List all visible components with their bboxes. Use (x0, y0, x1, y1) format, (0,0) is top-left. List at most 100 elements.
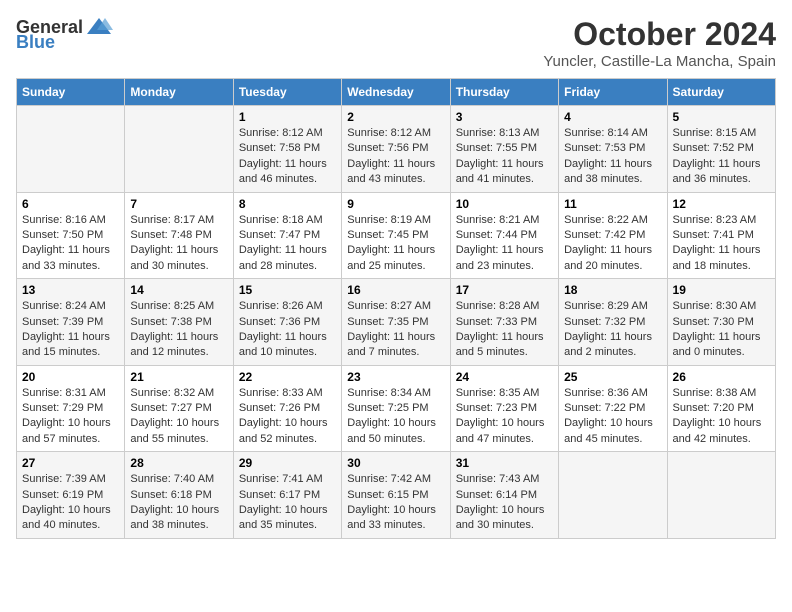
calendar-week-row: 20Sunrise: 8:31 AMSunset: 7:29 PMDayligh… (17, 365, 776, 452)
day-detail: Sunrise: 8:32 AMSunset: 7:27 PMDaylight:… (130, 386, 227, 448)
daylight-text: Daylight: 11 hours and 46 minutes. (239, 157, 336, 188)
day-number: 24 (456, 370, 553, 384)
day-number: 20 (22, 370, 119, 384)
daylight-text: Daylight: 11 hours and 43 minutes. (347, 157, 444, 188)
day-number: 22 (239, 370, 336, 384)
calendar-cell: 5 Sunrise: 8:15 AMSunset: 7:52 PMDaylight… (667, 106, 775, 193)
day-number: 9 (347, 197, 444, 211)
calendar-header-row: SundayMondayTuesdayWednesdayThursdayFrid… (17, 79, 776, 106)
daylight-text: Daylight: 11 hours and 33 minutes. (22, 243, 119, 274)
sunset-text: Sunset: 7:22 PM (564, 401, 661, 416)
daylight-text: Daylight: 10 hours and 52 minutes. (239, 416, 336, 447)
day-number: 7 (130, 197, 227, 211)
day-detail: Sunrise: 8:15 AMSunset: 7:52 PMDaylight:… (673, 126, 770, 188)
day-of-week-header: Thursday (450, 79, 558, 106)
day-detail: Sunrise: 8:33 AMSunset: 7:26 PMDaylight:… (239, 386, 336, 448)
daylight-text: Daylight: 10 hours and 42 minutes. (673, 416, 770, 447)
day-number: 15 (239, 283, 336, 297)
day-detail: Sunrise: 8:22 AMSunset: 7:42 PMDaylight:… (564, 213, 661, 275)
daylight-text: Daylight: 11 hours and 18 minutes. (673, 243, 770, 274)
day-number: 1 (239, 110, 336, 124)
sunset-text: Sunset: 7:41 PM (673, 228, 770, 243)
daylight-text: Daylight: 10 hours and 55 minutes. (130, 416, 227, 447)
sunset-text: Sunset: 7:38 PM (130, 315, 227, 330)
calendar-week-row: 6 Sunrise: 8:16 AMSunset: 7:50 PMDaylight… (17, 192, 776, 279)
calendar-cell: 12Sunrise: 8:23 AMSunset: 7:41 PMDayligh… (667, 192, 775, 279)
sunset-text: Sunset: 7:36 PM (239, 315, 336, 330)
sunset-text: Sunset: 7:25 PM (347, 401, 444, 416)
day-number: 25 (564, 370, 661, 384)
logo-blue-text: Blue (16, 32, 55, 53)
daylight-text: Daylight: 11 hours and 36 minutes. (673, 157, 770, 188)
day-detail: Sunrise: 7:43 AMSunset: 6:14 PMDaylight:… (456, 472, 553, 534)
sunset-text: Sunset: 7:30 PM (673, 315, 770, 330)
day-of-week-header: Wednesday (342, 79, 450, 106)
sunset-text: Sunset: 7:29 PM (22, 401, 119, 416)
day-detail: Sunrise: 8:12 AMSunset: 7:58 PMDaylight:… (239, 126, 336, 188)
calendar-cell: 24Sunrise: 8:35 AMSunset: 7:23 PMDayligh… (450, 365, 558, 452)
day-detail: Sunrise: 8:34 AMSunset: 7:25 PMDaylight:… (347, 386, 444, 448)
day-detail: Sunrise: 8:16 AMSunset: 7:50 PMDaylight:… (22, 213, 119, 275)
sunset-text: Sunset: 7:23 PM (456, 401, 553, 416)
calendar-cell: 10Sunrise: 8:21 AMSunset: 7:44 PMDayligh… (450, 192, 558, 279)
calendar-week-row: 13 Sunrise: 8:24 AMSunset: 7:39 PMDayligh… (17, 279, 776, 366)
sunset-text: Sunset: 7:27 PM (130, 401, 227, 416)
day-number: 31 (456, 456, 553, 470)
sunset-text: Sunset: 7:45 PM (347, 228, 444, 243)
calendar-cell: 4Sunrise: 8:14 AMSunset: 7:53 PMDaylight… (559, 106, 667, 193)
calendar-cell: 21Sunrise: 8:32 AMSunset: 7:27 PMDayligh… (125, 365, 233, 452)
daylight-text: Daylight: 11 hours and 30 minutes. (130, 243, 227, 274)
calendar-cell: 27Sunrise: 7:39 AMSunset: 6:19 PMDayligh… (17, 452, 125, 539)
daylight-text: Daylight: 10 hours and 45 minutes. (564, 416, 661, 447)
calendar-cell: 17Sunrise: 8:28 AMSunset: 7:33 PMDayligh… (450, 279, 558, 366)
sunset-text: Sunset: 7:35 PM (347, 315, 444, 330)
day-detail: Sunrise: 8:30 AMSunset: 7:30 PMDaylight:… (673, 299, 770, 361)
calendar-cell (17, 106, 125, 193)
sunrise-text: Sunrise: 7:43 AM (456, 472, 553, 487)
sunrise-text: Sunrise: 8:34 AM (347, 386, 444, 401)
logo-icon (85, 16, 113, 38)
day-detail: Sunrise: 8:26 AMSunset: 7:36 PMDaylight:… (239, 299, 336, 361)
sunset-text: Sunset: 7:55 PM (456, 141, 553, 156)
calendar-week-row: 1Sunrise: 8:12 AMSunset: 7:58 PMDaylight… (17, 106, 776, 193)
calendar-cell: 14Sunrise: 8:25 AMSunset: 7:38 PMDayligh… (125, 279, 233, 366)
sunset-text: Sunset: 6:14 PM (456, 488, 553, 503)
calendar-cell: 13 Sunrise: 8:24 AMSunset: 7:39 PMDayligh… (17, 279, 125, 366)
sunset-text: Sunset: 7:58 PM (239, 141, 336, 156)
sunset-text: Sunset: 6:19 PM (22, 488, 119, 503)
sunrise-text: Sunrise: 8:35 AM (456, 386, 553, 401)
sunset-text: Sunset: 6:18 PM (130, 488, 227, 503)
daylight-text: Daylight: 10 hours and 50 minutes. (347, 416, 444, 447)
daylight-text: Daylight: 11 hours and 25 minutes. (347, 243, 444, 274)
day-number: 6 (22, 197, 119, 211)
day-detail: Sunrise: 8:17 AMSunset: 7:48 PMDaylight:… (130, 213, 227, 275)
title-block: October 2024 Yuncler, Castille-La Mancha… (543, 16, 776, 70)
daylight-text: Daylight: 11 hours and 5 minutes. (456, 330, 553, 361)
calendar-cell: 2Sunrise: 8:12 AMSunset: 7:56 PMDaylight… (342, 106, 450, 193)
sunrise-text: Sunrise: 8:26 AM (239, 299, 336, 314)
day-number: 18 (564, 283, 661, 297)
calendar-cell: 25Sunrise: 8:36 AMSunset: 7:22 PMDayligh… (559, 365, 667, 452)
calendar-cell: 20Sunrise: 8:31 AMSunset: 7:29 PMDayligh… (17, 365, 125, 452)
day-detail: Sunrise: 8:24 AMSunset: 7:39 PMDaylight:… (22, 299, 119, 361)
calendar-cell: 18Sunrise: 8:29 AMSunset: 7:32 PMDayligh… (559, 279, 667, 366)
sunrise-text: Sunrise: 8:33 AM (239, 386, 336, 401)
daylight-text: Daylight: 11 hours and 12 minutes. (130, 330, 227, 361)
day-detail: Sunrise: 7:41 AMSunset: 6:17 PMDaylight:… (239, 472, 336, 534)
sunset-text: Sunset: 7:50 PM (22, 228, 119, 243)
day-number: 28 (130, 456, 227, 470)
sunset-text: Sunset: 7:44 PM (456, 228, 553, 243)
day-number: 5 (673, 110, 770, 124)
day-number: 29 (239, 456, 336, 470)
day-number: 27 (22, 456, 119, 470)
day-number: 12 (673, 197, 770, 211)
sunrise-text: Sunrise: 8:12 AM (347, 126, 444, 141)
day-number: 10 (456, 197, 553, 211)
month-title: October 2024 (543, 16, 776, 53)
day-number: 13 (22, 283, 119, 297)
daylight-text: Daylight: 10 hours and 35 minutes. (239, 503, 336, 534)
sunrise-text: Sunrise: 8:30 AM (673, 299, 770, 314)
calendar-cell: 16Sunrise: 8:27 AMSunset: 7:35 PMDayligh… (342, 279, 450, 366)
calendar-cell: 19Sunrise: 8:30 AMSunset: 7:30 PMDayligh… (667, 279, 775, 366)
sunrise-text: Sunrise: 8:15 AM (673, 126, 770, 141)
